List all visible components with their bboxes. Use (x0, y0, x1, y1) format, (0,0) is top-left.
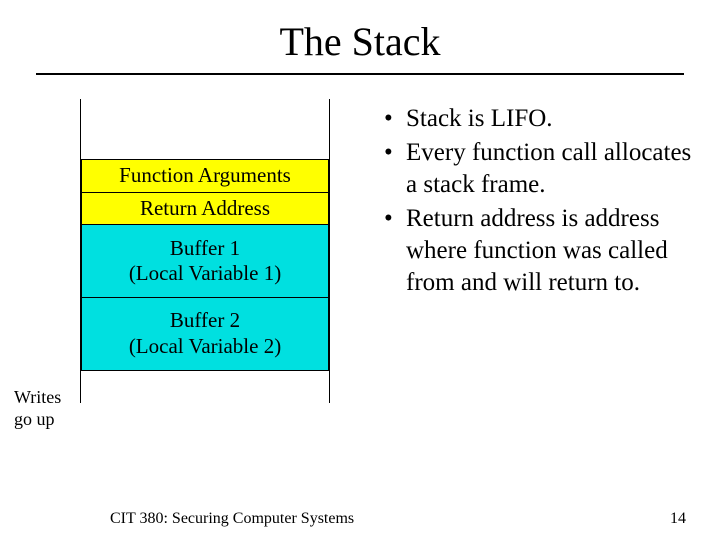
stack-cell-return-address: Return Address (81, 192, 329, 226)
footer-page-number: 14 (670, 510, 686, 528)
bullet-item: • Stack is LIFO. (382, 103, 700, 135)
bullet-item: • Return address is address where functi… (382, 203, 700, 299)
bullet-dot-icon: • (382, 137, 406, 169)
stack-diagram: Function Arguments Return Address Buffer… (80, 99, 330, 403)
footer-course: CIT 380: Securing Computer Systems (110, 510, 354, 528)
writes-label-line1: Writes (14, 387, 74, 409)
bullet-item: • Every function call allocates a stack … (382, 137, 700, 201)
bullet-text: Return address is address where function… (406, 203, 700, 299)
stack-diagram-column: Writes go up Function Arguments Return A… (8, 99, 358, 403)
bullet-text: Stack is LIFO. (406, 103, 700, 135)
stack-cell-buffer-1: Buffer 1 (Local Variable 1) (81, 224, 329, 298)
stack-cell-function-arguments: Function Arguments (81, 159, 329, 193)
stack-bottom-space (81, 371, 329, 403)
cell-label: Function Arguments (119, 163, 291, 188)
writes-go-up-label: Writes go up (14, 387, 74, 430)
bullet-list: • Stack is LIFO. • Every function call a… (382, 103, 700, 299)
cell-label: Return Address (140, 196, 270, 221)
cell-label-line1: Buffer 1 (170, 236, 240, 261)
writes-label-line2: go up (14, 409, 74, 431)
title-divider (36, 73, 684, 75)
cell-label-line2: (Local Variable 1) (129, 261, 281, 286)
cell-label-line1: Buffer 2 (170, 308, 240, 333)
stack-cell-buffer-2: Buffer 2 (Local Variable 2) (81, 297, 329, 371)
bullet-dot-icon: • (382, 103, 406, 135)
cell-label-line2: (Local Variable 2) (129, 334, 281, 359)
content-area: Writes go up Function Arguments Return A… (0, 99, 720, 403)
stack-top-space (81, 99, 329, 159)
bullet-text: Every function call allocates a stack fr… (406, 137, 700, 201)
bullets-column: • Stack is LIFO. • Every function call a… (358, 99, 700, 403)
slide-title: The Stack (0, 0, 720, 73)
bullet-dot-icon: • (382, 203, 406, 235)
